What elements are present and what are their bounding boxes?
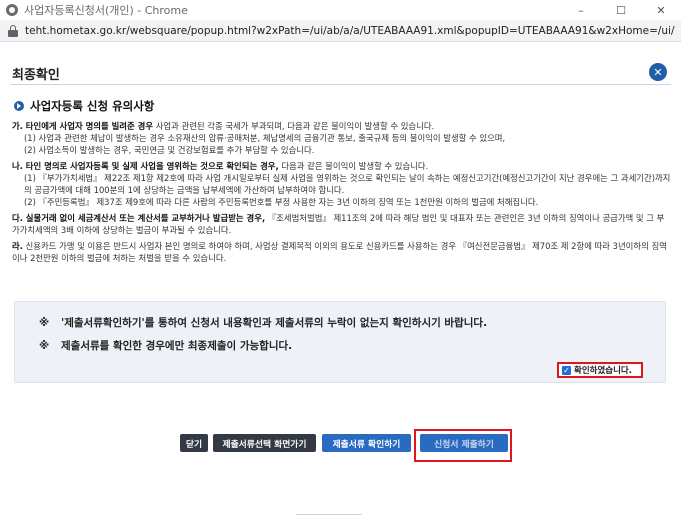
minimize-button[interactable]: – [561, 0, 601, 20]
chrome-icon [6, 4, 18, 16]
window-controls: – ☐ ✕ [561, 0, 681, 20]
notice-item-head: 가. 타인에게 사업자 명의를 빌려준 경우 사업과 관련된 각종 국세가 부과… [12, 120, 672, 132]
maximize-button[interactable]: ☐ [601, 0, 641, 20]
confirm-line-1: ※ '제출서류확인하기'를 통하여 신청서 내용확인과 제출서류의 누락이 없는지… [39, 315, 487, 330]
checkbox-checked-icon[interactable]: ✓ [562, 365, 571, 375]
notice-sub-item: (2) 사업소득이 발생하는 경우, 국민연금 및 건강보험료를 추가 부담할 … [24, 145, 315, 155]
note-mark: ※ [39, 317, 50, 329]
section-heading-text: 사업자등록 신청 유의사항 [30, 99, 155, 113]
popup-title: 최종확인 [12, 68, 60, 83]
confirm-checkbox-wrapper[interactable]: ✓ 확인하였습니다. [557, 362, 643, 378]
notice-item-head: 라. 신용카드 가맹 및 이용은 반드시 사업자 본인 명의로 하여야 하며, … [12, 240, 672, 264]
header-divider [10, 84, 671, 85]
notice-item: 라. 신용카드 가맹 및 이용은 반드시 사업자 본인 명의로 하여야 하며, … [12, 240, 672, 264]
notice-item: 다. 실물거래 없이 세금계산서 또는 계산서를 교부하거나 발급받는 경우, … [12, 212, 672, 236]
check-documents-button[interactable]: 제출서류 확인하기 [322, 434, 411, 452]
notice-item-head-bold: 가. 타인에게 사업자 명의를 빌려준 경우 [12, 121, 154, 131]
notice-item-head: 다. 실물거래 없이 세금계산서 또는 계산서를 교부하거나 발급받는 경우, … [12, 212, 672, 236]
notice-item: 가. 타인에게 사업자 명의를 빌려준 경우 사업과 관련된 각종 국세가 부과… [12, 120, 672, 156]
note-mark: ※ [39, 340, 50, 352]
notice-item-head-rest: 사업과 관련된 각종 국세가 부과되며, 다음과 같은 불이익이 발생할 수 있… [153, 121, 435, 131]
window-title: 사업자등록신청서(개인) - Chrome [24, 4, 188, 17]
notice-item-head-rest: 신용카드 가맹 및 이용은 반드시 사업자 본인 명의로 하여야 하며, 사업상… [12, 241, 667, 263]
confirm-line-2-text: 제출서류를 확인한 경우에만 최종제출이 가능합니다. [61, 340, 293, 352]
notice-item: 나. 타인 명의로 사업자등록 및 실제 사업을 영위하는 것으로 확인되는 경… [12, 160, 672, 208]
notice-sub-item: (1) 『부가가치세법』 제22조 제1항 제2호에 따라 사업 개시일로부터 … [24, 173, 671, 195]
lock-icon [8, 24, 18, 37]
back-to-doc-select-button[interactable]: 제출서류선택 화면가기 [213, 434, 316, 452]
notice-list: 가. 타인에게 사업자 명의를 빌려준 경우 사업과 관련된 각종 국세가 부과… [12, 120, 672, 268]
confirm-checkbox-label[interactable]: 확인하였습니다. [574, 364, 632, 376]
popup-close-button[interactable]: ✕ [649, 63, 667, 81]
section-heading: 사업자등록 신청 유의사항 [14, 98, 154, 114]
close-button[interactable]: 닫기 [180, 434, 208, 452]
window-close-button[interactable]: ✕ [641, 0, 681, 20]
notice-sub-item: (1) 사업과 관련한 체납이 발생하는 경우 소유재산의 압류·공매처분, 체… [24, 133, 506, 143]
confirm-line-2: ※ 제출서류를 확인한 경우에만 최종제출이 가능합니다. [39, 338, 292, 353]
address-bar[interactable]: teht.hometax.go.kr/websquare/popup.html?… [0, 20, 681, 42]
confirm-line-1-text: '제출서류확인하기'를 통하여 신청서 내용확인과 제출서류의 누락이 없는지 … [61, 317, 488, 329]
notice-item-head-bold: 다. 실물거래 없이 세금계산서 또는 계산서를 교부하거나 발급받는 경우, [12, 213, 266, 223]
notice-item-head-bold: 나. 타인 명의로 사업자등록 및 실제 사업을 영위하는 것으로 확인되는 경… [12, 161, 279, 171]
notice-sub-item: (2) 『주민등록법』 제37조 제9호에 따라 다른 사람의 주민등록번호를 … [24, 197, 539, 207]
submit-application-button[interactable]: 신청서 제출하기 [420, 434, 508, 452]
popup-header: 최종확인 ✕ [0, 42, 681, 98]
confirm-box: ※ '제출서류확인하기'를 통하여 신청서 내용확인과 제출서류의 누락이 없는지… [14, 301, 666, 383]
notice-item-head: 나. 타인 명의로 사업자등록 및 실제 사업을 영위하는 것으로 확인되는 경… [12, 160, 672, 172]
window-titlebar: 사업자등록신청서(개인) - Chrome – ☐ ✕ [0, 0, 681, 20]
notice-item-head-bold: 라. [12, 241, 23, 251]
bottom-divider [296, 514, 362, 515]
url-text[interactable]: teht.hometax.go.kr/websquare/popup.html?… [25, 25, 675, 37]
notice-item-head-rest: 다음과 같은 불이익이 발생할 수 있습니다. [278, 161, 429, 171]
circle-arrow-icon [14, 101, 24, 111]
